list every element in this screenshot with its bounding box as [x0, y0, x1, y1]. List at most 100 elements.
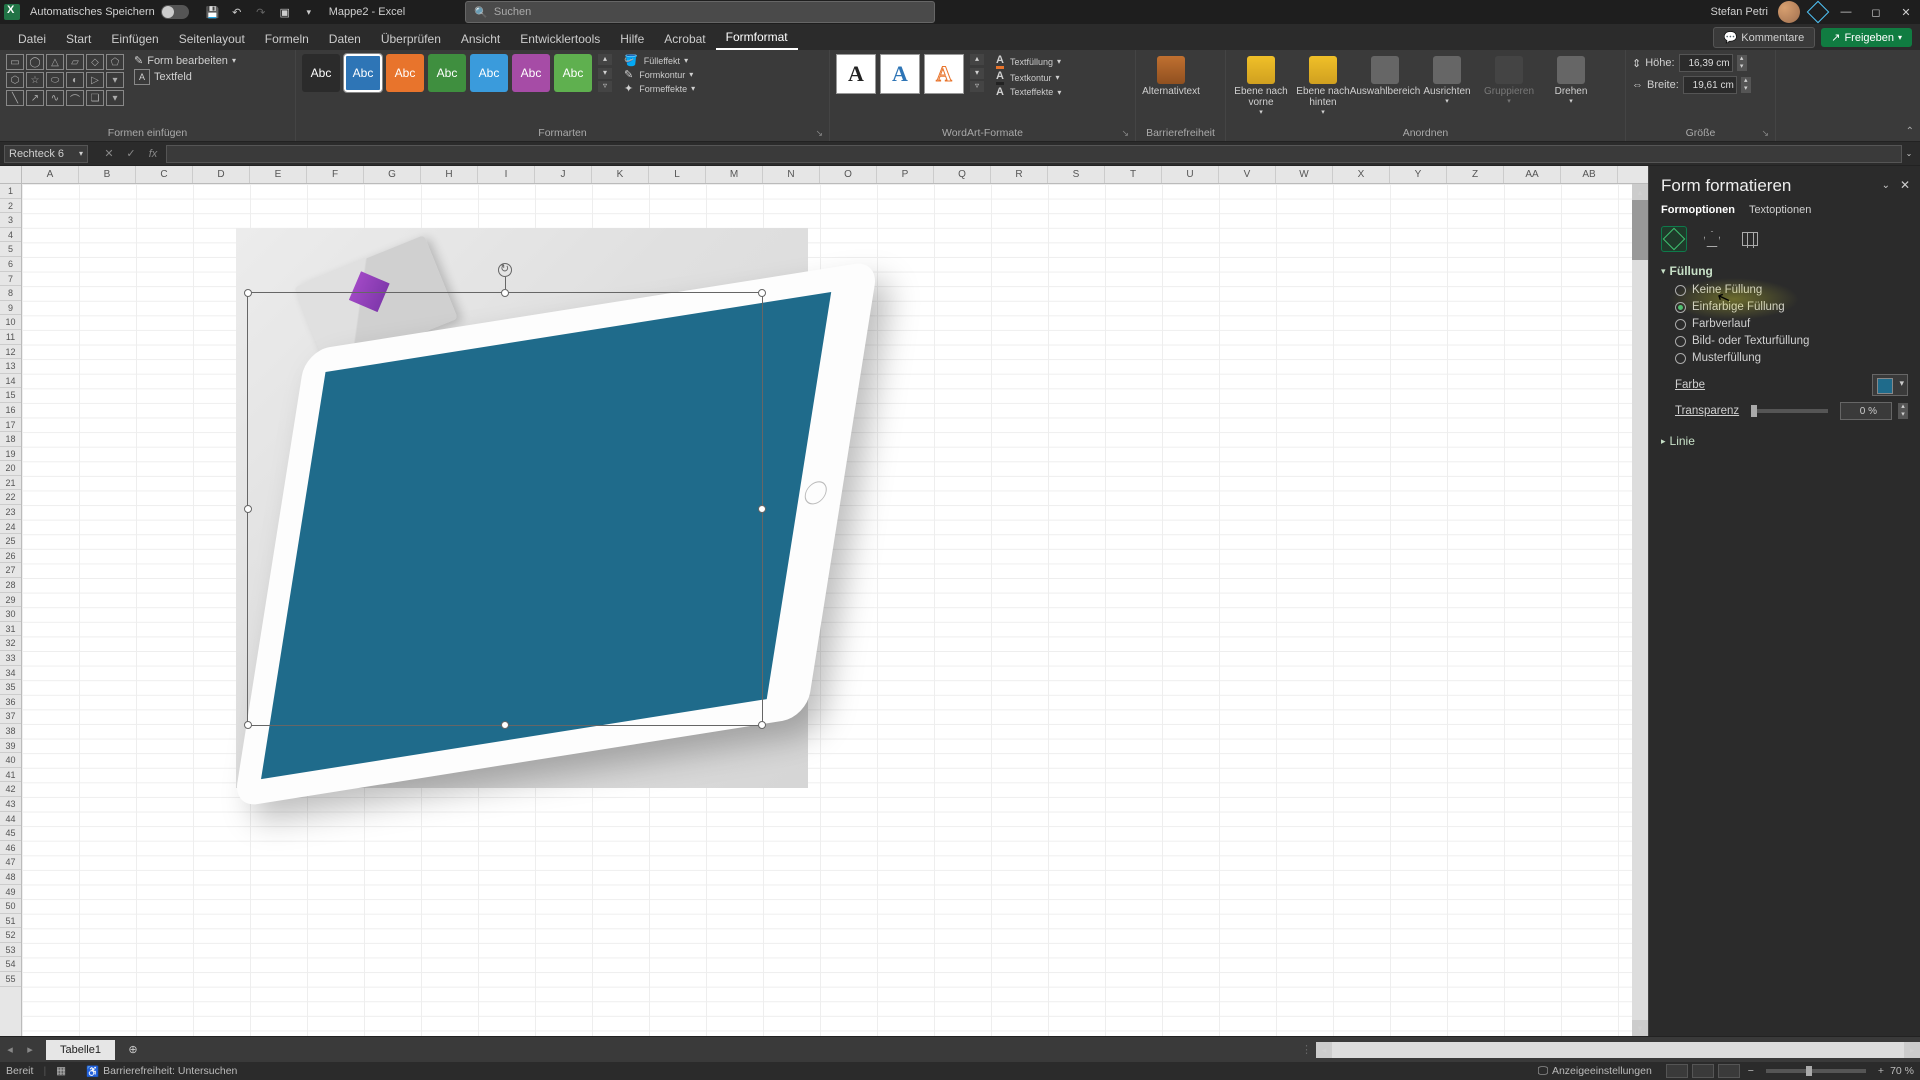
row-header[interactable]: 22 — [0, 490, 21, 505]
accessibility-status[interactable]: Barrierefreiheit: Untersuchen — [103, 1065, 237, 1077]
row-header[interactable]: 16 — [0, 403, 21, 418]
shape-fill-button[interactable]: 🪣Fülleffekt▾ — [624, 54, 695, 67]
shape-outline-button[interactable]: ✎Formkontur▾ — [624, 68, 695, 81]
row-header[interactable]: 6 — [0, 257, 21, 272]
column-header[interactable]: V — [1219, 166, 1276, 183]
column-header[interactable]: G — [364, 166, 421, 183]
cancel-formula-icon[interactable]: ✕ — [100, 145, 118, 163]
row-header[interactable]: 30 — [0, 607, 21, 622]
expand-formula-bar-icon[interactable]: ⌄ — [1902, 149, 1916, 158]
row-header[interactable]: 1 — [0, 184, 21, 199]
search-input[interactable]: 🔍 Suchen — [465, 1, 935, 23]
tab-ueberpruefen[interactable]: Überprüfen — [371, 28, 451, 50]
column-header[interactable]: N — [763, 166, 820, 183]
fill-color-picker[interactable] — [1872, 374, 1908, 396]
row-header[interactable]: 51 — [0, 914, 21, 929]
wordart-swatch[interactable]: A — [924, 54, 964, 94]
width-input[interactable] — [1683, 76, 1737, 94]
row-header[interactable]: 52 — [0, 928, 21, 943]
row-header[interactable]: 15 — [0, 388, 21, 403]
save-icon[interactable]: 💾 — [203, 2, 223, 22]
autosave-toggle[interactable] — [161, 5, 189, 19]
display-settings-icon[interactable]: 🖵 — [1538, 1065, 1548, 1078]
premium-icon[interactable] — [1807, 1, 1830, 24]
row-header[interactable]: 24 — [0, 520, 21, 535]
column-header[interactable]: O — [820, 166, 877, 183]
select-all-cell[interactable] — [0, 166, 22, 184]
scroll-up-icon[interactable]: ▴ — [1632, 184, 1648, 200]
view-page-break-button[interactable] — [1718, 1064, 1740, 1078]
column-header[interactable]: W — [1276, 166, 1333, 183]
shape-cell[interactable]: ❏ — [86, 90, 104, 106]
sheet-tab[interactable]: Tabelle1 — [46, 1040, 115, 1060]
row-header[interactable]: 7 — [0, 272, 21, 287]
dialog-launcher-icon[interactable]: ↘ — [1761, 128, 1769, 139]
name-box[interactable]: Rechteck 6 ▾ — [4, 145, 88, 163]
wordart-swatch[interactable]: A — [880, 54, 920, 94]
shape-effects-button[interactable]: ✦Formeffekte▾ — [624, 82, 695, 95]
add-sheet-button[interactable]: ⊕ — [121, 1043, 145, 1056]
height-input[interactable] — [1679, 54, 1733, 72]
shape-cell[interactable]: ▭ — [6, 54, 24, 70]
radio-picture-fill[interactable]: Bild- oder Texturfüllung — [1675, 335, 1908, 347]
row-header[interactable]: 5 — [0, 242, 21, 257]
row-header[interactable]: 46 — [0, 841, 21, 856]
row-header[interactable]: 32 — [0, 636, 21, 651]
row-header[interactable]: 23 — [0, 505, 21, 520]
resize-handle[interactable] — [758, 721, 766, 729]
row-header[interactable]: 39 — [0, 739, 21, 754]
radio-pattern-fill[interactable]: Musterfüllung — [1675, 352, 1908, 364]
cell-grid[interactable] — [22, 184, 1648, 1036]
shape-cell[interactable]: ╲ — [6, 90, 24, 106]
row-header[interactable]: 41 — [0, 768, 21, 783]
tab-split-handle[interactable]: ⋮ — [1301, 1043, 1312, 1056]
row-header[interactable]: 36 — [0, 695, 21, 710]
row-header[interactable]: 40 — [0, 753, 21, 768]
column-header[interactable]: P — [877, 166, 934, 183]
tab-entwicklertools[interactable]: Entwicklertools — [510, 28, 610, 50]
textfield-button[interactable]: A Textfeld — [134, 69, 236, 85]
minimize-button[interactable]: — — [1836, 2, 1856, 22]
row-header[interactable]: 44 — [0, 812, 21, 827]
tab-acrobat[interactable]: Acrobat — [654, 28, 715, 50]
style-gallery-nav[interactable]: ▴▾▿ — [598, 54, 612, 92]
zoom-in-button[interactable]: + — [1878, 1065, 1884, 1077]
transparency-spinner[interactable]: ▴▾ — [1898, 403, 1908, 419]
row-header[interactable]: 21 — [0, 476, 21, 491]
shape-cell[interactable]: ◇ — [86, 54, 104, 70]
formula-input[interactable] — [166, 145, 1902, 163]
transparency-input[interactable] — [1840, 402, 1892, 420]
fill-line-tab-icon[interactable] — [1661, 226, 1687, 252]
view-page-layout-button[interactable] — [1692, 1064, 1714, 1078]
camera-icon[interactable]: ▣ — [275, 2, 295, 22]
pane-close-icon[interactable]: ✕ — [1900, 178, 1910, 192]
vertical-scrollbar[interactable]: ▴ ▾ — [1632, 184, 1648, 1036]
radio-solid-fill[interactable]: Einfarbige Füllung — [1675, 301, 1908, 313]
row-header[interactable]: 37 — [0, 709, 21, 724]
shape-cell[interactable]: ⬡ — [6, 72, 24, 88]
wordart-swatch[interactable]: A — [836, 54, 876, 94]
close-button[interactable]: ✕ — [1896, 2, 1916, 22]
tab-start[interactable]: Start — [56, 28, 101, 50]
send-backward-button[interactable]: Ebene nach hinten▾ — [1294, 54, 1352, 116]
radio-gradient-fill[interactable]: Farbverlauf — [1675, 318, 1908, 330]
shape-style-swatch[interactable]: Abc — [302, 54, 340, 92]
resize-handle[interactable] — [244, 721, 252, 729]
row-header[interactable]: 9 — [0, 301, 21, 316]
transparency-slider[interactable] — [1751, 409, 1828, 413]
column-header[interactable]: M — [706, 166, 763, 183]
row-header[interactable]: 11 — [0, 330, 21, 345]
column-headers[interactable]: ABCDEFGHIJKLMNOPQRSTUVWXYZAAAB — [22, 166, 1648, 184]
sheet-nav-prev-icon[interactable]: ◂ — [0, 1043, 20, 1056]
shape-cell[interactable]: ▷ — [86, 72, 104, 88]
row-header[interactable]: 49 — [0, 885, 21, 900]
effects-tab-icon[interactable] — [1699, 226, 1725, 252]
resize-handle[interactable] — [244, 289, 252, 297]
row-header[interactable]: 8 — [0, 286, 21, 301]
column-header[interactable]: F — [307, 166, 364, 183]
pane-collapse-icon[interactable]: ⌄ — [1882, 180, 1890, 191]
zoom-level[interactable]: 70 % — [1890, 1065, 1914, 1077]
edit-shape-button[interactable]: ✎ Form bearbeiten ▾ — [134, 54, 236, 67]
shape-gallery[interactable]: ▭ ◯ △ ▱ ◇ ⬠ ⬡ ☆ ⬭ ◐ ▷ ▾ ╲ ↗ ∿ ⌒ ❏ ▾ — [6, 54, 124, 106]
row-header[interactable]: 38 — [0, 724, 21, 739]
